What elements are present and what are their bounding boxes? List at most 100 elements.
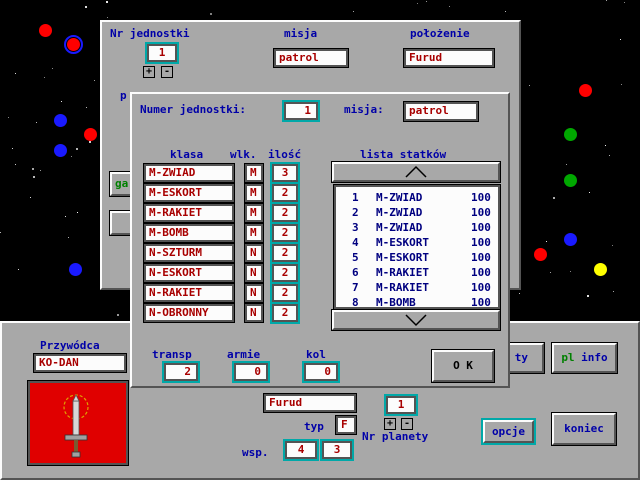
ship-list-item[interactable]: 7 M-RAKIET 100 [336,280,498,295]
kol-field[interactable]: 0 [302,361,340,383]
planet-no-label: Nr planety [362,430,429,443]
planet-red[interactable] [534,248,547,261]
end-button[interactable]: koniec [551,412,617,446]
planet-name-field[interactable]: Furud [263,393,357,413]
unit-no-field[interactable]: 1 [145,42,179,64]
planet-blue[interactable] [564,233,577,246]
class-owner-cell[interactable]: M [244,183,264,203]
mission-label: misja [284,27,318,40]
planet-no-field[interactable]: 1 [384,394,418,416]
class-count-cell[interactable]: 2 [270,182,300,204]
star [94,80,95,81]
class-count-cell[interactable]: 3 [270,162,300,184]
planet-green[interactable] [564,174,577,187]
star [210,13,212,15]
planet-green[interactable] [564,128,577,141]
location-field[interactable]: Furud [403,48,495,68]
planet-info-button[interactable]: pl info [551,342,618,374]
ship-list-item[interactable]: 8 M-BOMB 100 [336,295,498,310]
ship-list-item[interactable]: 1 M-ZWIAD 100 [336,190,498,205]
class-owner-cell[interactable]: N [244,303,264,323]
leader-label: Przywódca [40,339,100,352]
planet-blue[interactable] [54,114,67,127]
planet-minus-button[interactable]: - [401,418,413,430]
ship-list[interactable]: 1 M-ZWIAD 100 2 M-ZWIAD 100 3 M-ZWIAD 100 4 M-ESKO… [333,184,501,310]
star [30,197,31,198]
ship-strength: 100 [471,221,491,234]
ship-number: 2 [352,206,359,219]
star [587,295,589,297]
star [0,232,1,233]
planet-yellow[interactable] [594,263,607,276]
ship-number: 3 [352,221,359,234]
star [8,117,9,118]
coord-x-field[interactable]: 4 [283,439,319,461]
ship-list-item[interactable]: 6 M-RAKIET 100 [336,265,498,280]
unit-plus-button[interactable]: + [143,66,155,78]
class-owner-cell[interactable]: N [244,283,264,303]
mission-field[interactable]: patrol [403,101,479,122]
scroll-up-button[interactable] [331,161,501,183]
planet-red[interactable] [84,128,97,141]
class-name-cell[interactable]: N-ESKORT [143,263,235,283]
location-label: położenie [410,27,470,40]
class-count-cell[interactable]: 2 [270,302,300,324]
coord-y-field[interactable]: 3 [320,439,354,461]
class-count-cell[interactable]: 2 [270,262,300,284]
scroll-down-button[interactable] [331,309,501,331]
mission-field[interactable]: patrol [273,48,349,68]
class-name-cell[interactable]: M-ESKORT [143,183,235,203]
class-owner-cell[interactable]: M [244,163,264,183]
planet-blue[interactable] [69,263,82,276]
planet-blue[interactable] [54,144,67,157]
transp-label: transp [152,348,192,361]
class-owner-cell[interactable]: M [244,223,264,243]
ship-list-item[interactable]: 2 M-ZWIAD 100 [336,205,498,220]
ok-button[interactable]: O K [431,349,495,383]
owner-column-header: wlk. [230,148,257,161]
ship-number: 5 [352,251,359,264]
class-name-cell[interactable]: M-BOMB [143,223,235,243]
class-name-cell[interactable]: N-SZTURM [143,243,235,263]
class-owner-cell[interactable]: M [244,203,264,223]
ship-list-item[interactable]: 4 M-ESKORT 100 [336,235,498,250]
star [570,271,571,272]
planet-red-selected[interactable] [64,35,83,54]
partial-green-button[interactable]: ga [109,171,133,197]
star [52,68,53,69]
ship-list-item[interactable]: 3 M-ZWIAD 100 [336,220,498,235]
class-count-cell[interactable]: 2 [270,222,300,244]
kol-label: kol [306,348,326,361]
planet-plus-button[interactable]: + [384,418,396,430]
class-owner-cell[interactable]: N [244,243,264,263]
planet-red[interactable] [579,84,592,97]
planet-info-label: info [574,351,608,364]
star [589,192,590,193]
armie-field[interactable]: 0 [232,361,270,383]
ship-number: 1 [352,191,359,204]
class-name-cell[interactable]: N-OBRONNY [143,303,235,323]
ship-class: M-RAKIET [376,266,429,279]
partial-plain-button[interactable] [109,210,133,236]
class-count-cell[interactable]: 2 [270,282,300,304]
options-button[interactable]: opcje [481,418,536,445]
class-owner-cell[interactable]: N [244,263,264,283]
transp-field[interactable]: 2 [162,361,200,383]
planet-red[interactable] [39,24,52,37]
class-name-cell[interactable]: M-ZWIAD [143,163,235,183]
mission-label: misja: [344,103,384,116]
unit-minus-button[interactable]: - [161,66,173,78]
class-name-cell[interactable]: M-RAKIET [143,203,235,223]
ship-number: 4 [352,236,359,249]
unit-number-field[interactable]: 1 [282,100,320,122]
star [117,314,119,316]
ship-list-item[interactable]: 5 M-ESKORT 100 [336,250,498,265]
leader-field[interactable]: KO-DAN [33,353,127,373]
star [44,77,45,78]
type-field[interactable]: F [335,415,357,435]
class-count-cell[interactable]: 2 [270,202,300,224]
class-count-cell[interactable]: 2 [270,242,300,264]
end-button-label: koniec [564,422,604,435]
ship-strength: 100 [471,206,491,219]
class-name-cell[interactable]: N-RAKIET [143,283,235,303]
